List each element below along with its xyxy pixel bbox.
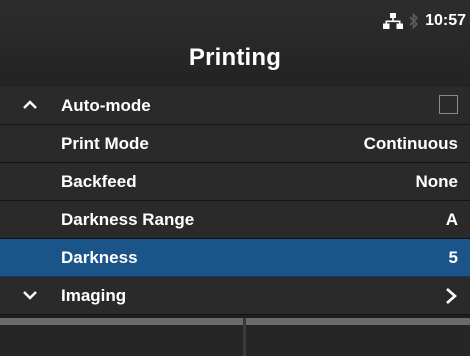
settings-list: Auto-mode Print Mode Continuous Backfeed… <box>0 87 470 315</box>
page-title: Printing <box>188 44 282 71</box>
softkey-bar <box>0 318 470 356</box>
menu-item-auto-mode[interactable]: Auto-mode <box>0 87 470 125</box>
menu-item-label: Darkness <box>61 248 138 267</box>
clock-time: 10:57 <box>425 12 466 29</box>
menu-item-label: Auto-mode <box>61 96 151 115</box>
bluetooth-icon <box>409 13 419 29</box>
menu-item-darkness-range[interactable]: Darkness Range A <box>0 201 470 239</box>
menu-item-label: Imaging <box>61 286 127 305</box>
menu-item-print-mode[interactable]: Print Mode Continuous <box>0 125 470 163</box>
menu-item-label: Darkness Range <box>61 210 195 229</box>
printer-screen: 10:57 Printing Auto-mode Print Mode Cont… <box>0 0 470 356</box>
menu-item-value: Continuous <box>363 134 458 153</box>
menu-item-backfeed[interactable]: Backfeed None <box>0 163 470 201</box>
menu-item-imaging[interactable]: Imaging <box>0 277 470 315</box>
menu-item-label: Print Mode <box>61 134 149 153</box>
left-softkey[interactable] <box>0 325 243 356</box>
header-bar: 10:57 Printing <box>0 0 470 87</box>
menu-item-value: A <box>445 210 458 229</box>
menu-item-value: None <box>415 172 459 191</box>
right-softkey[interactable] <box>246 325 470 356</box>
menu-item-label: Backfeed <box>61 172 137 191</box>
chevron-down-icon <box>22 287 38 303</box>
chevron-right-icon <box>444 287 458 305</box>
status-bar: 10:57 <box>383 12 466 30</box>
softkey-bar-top-edge <box>0 318 470 325</box>
chevron-up-icon <box>22 97 38 113</box>
menu-item-darkness[interactable]: Darkness 5 <box>0 239 470 277</box>
network-icon <box>383 13 404 29</box>
auto-mode-checkbox[interactable] <box>439 95 458 114</box>
menu-item-value: 5 <box>448 248 458 267</box>
